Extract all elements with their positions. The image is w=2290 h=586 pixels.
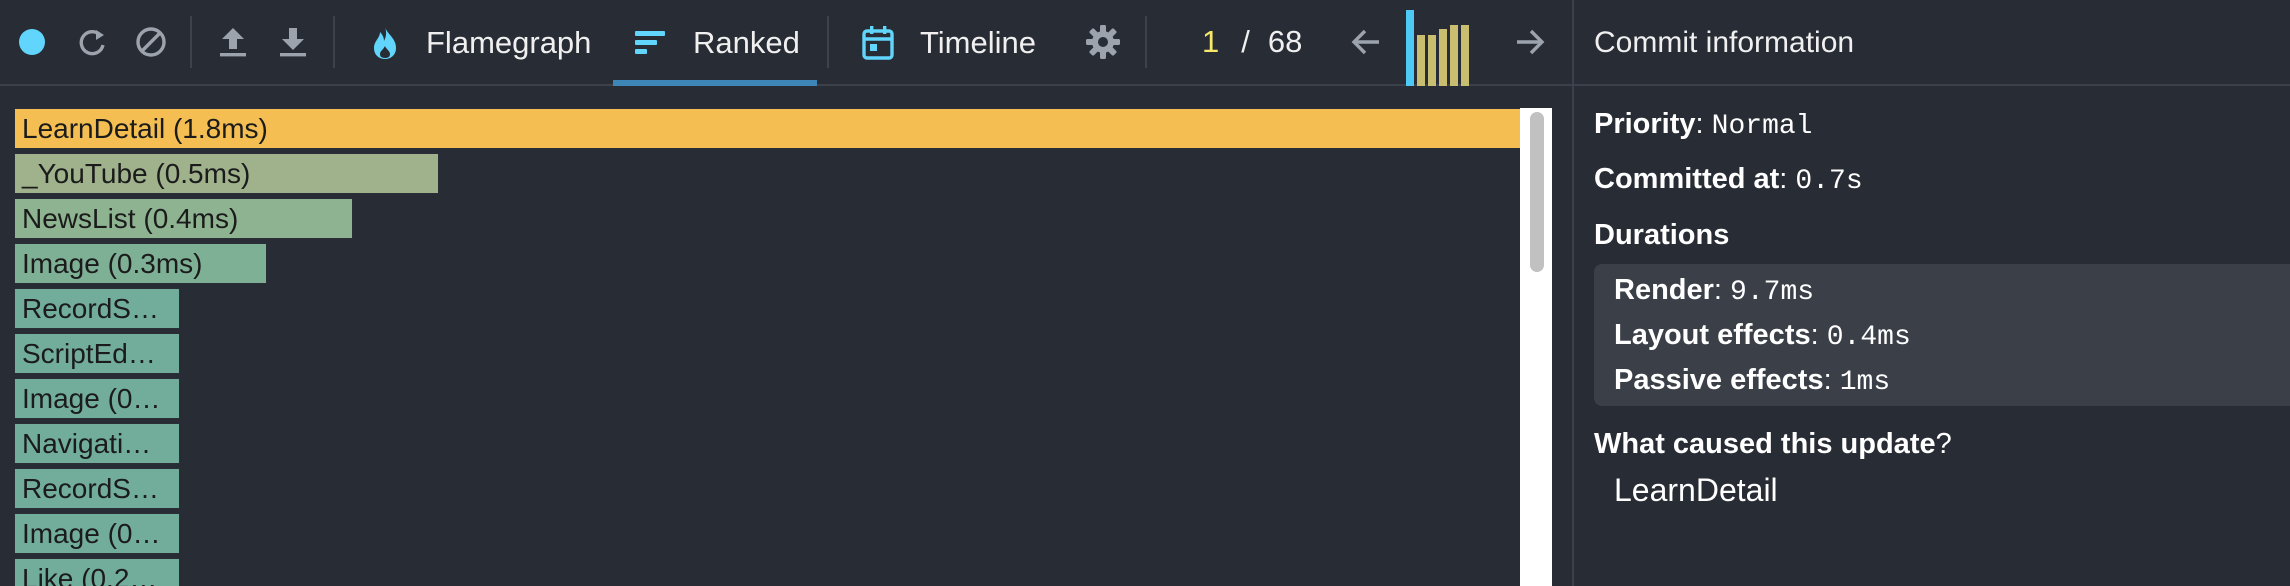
colon: : [1779,163,1788,195]
colon: : [1823,364,1832,396]
scrollbar[interactable] [1520,108,1552,586]
colon: : [1695,108,1704,140]
layout-effects-row: Layout effects: 0.4ms [1614,319,1911,353]
layout-effects-value: 0.4ms [1826,322,1911,353]
passive-effects-label: Passive effects [1614,364,1824,396]
render-duration-row: Render: 9.7ms [1614,274,1814,308]
commit-separator: / [1241,24,1250,59]
ranked-icon [635,30,665,56]
commit-bar-selected[interactable] [1406,10,1414,86]
commit-bar[interactable] [1417,35,1425,86]
commit-bar[interactable] [1439,29,1447,86]
ranked-chart: LearnDetail (1.8ms) _YouTube (0.5ms) NewsL… [0,88,1572,586]
cause-question-mark: ? [1935,428,1952,460]
active-tab-indicator [613,80,817,86]
profiler-toolbar: Flamegraph Ranked Timeline 1 / 68 [0,0,1572,86]
priority-row: Priority: Normal [1594,108,1812,142]
flame-icon [364,26,406,60]
toolbar-separator [827,16,829,68]
arrow-right-icon[interactable] [1510,22,1550,62]
ranked-bar[interactable]: Like (0.2… [14,558,180,586]
tab-label: Ranked [693,25,800,60]
passive-effects-value: 1ms [1839,367,1891,398]
layout-effects-label: Layout effects [1614,319,1811,351]
durations-box: Render: 9.7ms Layout effects: 0.4ms Pass… [1594,264,2290,406]
ranked-bar[interactable]: Image (0… [14,513,180,554]
ranked-bar[interactable]: ScriptEd… [14,333,180,374]
clear-icon[interactable] [131,22,171,62]
ranked-bar[interactable]: RecordS… [14,468,180,509]
committed-at-value: 0.7s [1795,166,1863,197]
commit-current: 1 [1202,24,1220,59]
tab-label: Flamegraph [426,25,592,60]
colon: : [1810,319,1819,351]
committed-at-label: Committed at [1594,163,1780,195]
cause-heading: What caused this update? [1594,428,1952,461]
ranked-bar[interactable]: LearnDetail (1.8ms) [14,108,1522,149]
render-value: 9.7ms [1730,277,1815,308]
reload-icon[interactable] [72,22,112,62]
ranked-bar[interactable]: NewsList (0.4ms) [14,198,353,239]
colon: : [1713,274,1722,306]
gear-icon[interactable] [1083,22,1123,62]
commit-bar[interactable] [1461,25,1469,86]
tab-timeline[interactable]: Timeline [858,0,1058,86]
cause-label: What caused this update [1594,428,1936,460]
priority-value: Normal [1711,111,1813,142]
ranked-bar[interactable]: _YouTube (0.5ms) [14,153,439,194]
upload-icon[interactable] [213,22,253,62]
committed-at-row: Committed at: 0.7s [1594,163,1863,197]
commit-counter: 1 / 68 [1202,20,1302,64]
tab-ranked[interactable]: Ranked [613,0,817,86]
toolbar-separator [190,16,192,68]
calendar-icon [858,26,898,60]
panel-title: Commit information [1574,0,2290,86]
commit-info-panel: Commit information Priority: Normal Comm… [1572,0,2290,586]
ranked-bar[interactable]: RecordS… [14,288,180,329]
tab-flamegraph[interactable]: Flamegraph [364,0,600,86]
durations-heading: Durations [1594,219,1729,252]
cause-component[interactable]: LearnDetail [1614,472,1778,509]
commit-bar[interactable] [1450,25,1458,86]
record-icon[interactable] [12,22,52,62]
render-label: Render [1614,274,1714,306]
commit-bar[interactable] [1428,35,1436,86]
ranked-bar[interactable]: Image (0.3ms) [14,243,267,284]
commit-total: 68 [1267,24,1303,59]
scrollbar-thumb[interactable] [1530,112,1544,272]
ranked-bar[interactable]: Image (0… [14,378,180,419]
priority-label: Priority [1594,108,1696,140]
arrow-left-icon[interactable] [1346,22,1386,62]
ranked-bar[interactable]: Navigati… [14,423,180,464]
commit-snapshot-selector[interactable] [1406,10,1482,86]
durations-label: Durations [1594,219,1730,251]
passive-effects-row: Passive effects: 1ms [1614,364,1890,398]
download-icon[interactable] [273,22,313,62]
toolbar-separator [333,16,335,68]
tab-label: Timeline [920,25,1036,60]
toolbar-separator [1145,16,1147,68]
profiler-main: Flamegraph Ranked Timeline 1 / 68 LearnD… [0,0,1572,586]
